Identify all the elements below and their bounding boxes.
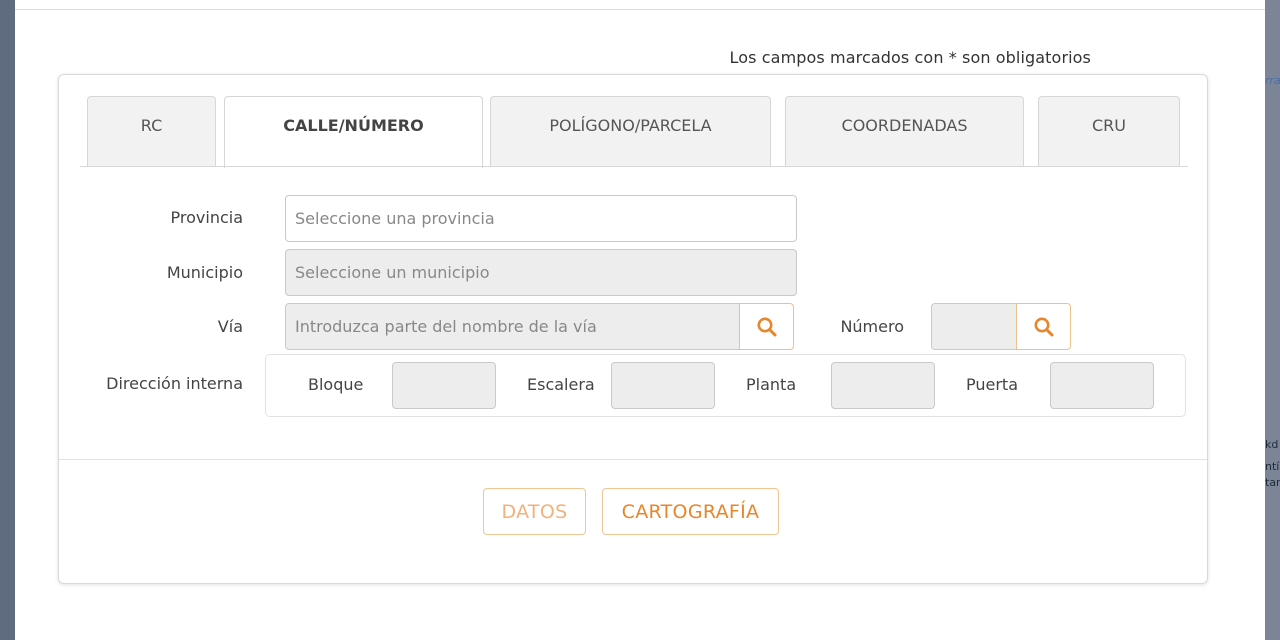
numero-search-button[interactable] [1016,303,1071,350]
escalera-label: Escalera [527,375,595,394]
backdrop-text-fragment: kd [1265,438,1279,451]
via-label: Vía [217,317,243,336]
required-fields-note: Los campos marcados con * son obligatori… [729,48,1091,67]
municipio-label: Municipio [166,263,243,282]
puerta-label: Puerta [966,375,1019,394]
puerta-input[interactable] [1050,362,1154,409]
backdrop-text-fragment: ntí [1265,460,1280,473]
provincia-select[interactable]: Seleccione una provincia [285,195,797,242]
numero-label: Número [840,317,904,336]
backdrop-text-fragment: tar [1265,476,1280,489]
via-placeholder: Introduzca parte del nombre de la vía [295,317,597,336]
tab-label: COORDENADAS [841,115,968,135]
tabs-divider [80,166,1188,167]
tab-label: CALLE/NÚMERO [283,116,424,135]
municipio-select[interactable]: Seleccione un municipio [285,249,797,296]
tab-label: RC [140,115,163,135]
datos-button-label: DATOS [501,500,568,523]
bloque-label: Bloque [308,375,364,394]
search-icon [1034,317,1053,336]
cartografia-button[interactable]: CARTOGRAFÍA [602,488,779,535]
tab-label: POLÍGONO/PARCELA [549,115,712,135]
planta-label: Planta [746,375,797,394]
cartografia-button-label: CARTOGRAFÍA [621,500,760,523]
search-modal: Los campos marcados con * son obligatori… [15,0,1265,640]
direccion-interna-label: Dirección interna [106,374,243,393]
planta-input[interactable] [831,362,935,409]
bloque-input[interactable] [392,362,496,409]
via-input[interactable]: Introduzca parte del nombre de la vía [285,303,740,350]
datos-button[interactable]: DATOS [483,488,586,535]
tab-coordenadas[interactable]: COORDENADAS [785,96,1024,167]
municipio-placeholder: Seleccione un municipio [295,263,490,282]
provincia-placeholder: Seleccione una provincia [295,209,495,228]
tab-poligono-parcela[interactable]: POLÍGONO/PARCELA [490,96,771,167]
tab-cru[interactable]: CRU [1038,96,1180,167]
tab-rc[interactable]: RC [87,96,216,167]
via-search-button[interactable] [739,303,794,350]
numero-input[interactable] [931,303,1017,350]
modal-header-divider [15,9,1265,10]
search-icon [757,317,776,336]
search-panel: RC CALLE/NÚMERO POLÍGONO/PARCELA COORDEN… [58,74,1208,584]
panel-footer-divider [59,459,1207,460]
backdrop-text-fragment: rra [1265,74,1280,87]
tab-calle-numero[interactable]: CALLE/NÚMERO [224,96,483,168]
provincia-label: Provincia [170,208,243,227]
tab-label: CRU [1092,115,1126,135]
backdrop-page: rra kd ntí tar [1265,0,1280,640]
direccion-interna-group: Bloque Escalera Planta Puerta [265,354,1186,417]
escalera-input[interactable] [611,362,715,409]
